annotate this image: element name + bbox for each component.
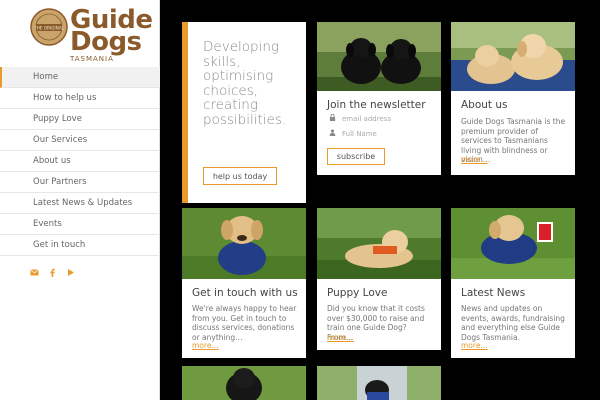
latest-news-body: News and updates on events, awards, fund…: [461, 304, 565, 342]
about-tile: About us Guide Dogs Tasmania is the prem…: [451, 22, 575, 175]
puppy-love-more-link[interactable]: more...: [327, 333, 354, 342]
about-title: About us: [461, 99, 508, 111]
latest-news-title: Latest News: [461, 287, 526, 299]
labrador-puppies-photo: [451, 22, 575, 91]
black-puppies-photo: [317, 22, 441, 91]
nav-item-latest-news[interactable]: Latest News & Updates: [0, 193, 160, 214]
get-in-touch-title: Get in touch with us: [192, 287, 298, 299]
latest-news-more-link[interactable]: more...: [461, 341, 488, 350]
nav-item-puppy-love[interactable]: Puppy Love: [0, 109, 160, 130]
nav-item-home[interactable]: Home: [0, 67, 160, 88]
main-nav: Home How to help us Puppy Love Our Servi…: [0, 67, 160, 256]
latest-news-tile: Latest News News and updates on events, …: [451, 208, 575, 358]
nav-item-how-to-help[interactable]: How to help us: [0, 88, 160, 109]
user-icon: [329, 129, 337, 138]
row3-tile-2: [317, 366, 441, 400]
get-in-touch-tile: Get in touch with us We're always happy …: [182, 208, 306, 358]
brand-region: TASMANIA: [70, 55, 114, 63]
about-more-link[interactable]: more...: [461, 155, 488, 164]
puppy-love-title: Puppy Love: [327, 287, 388, 299]
newsletter-email-field[interactable]: email address: [329, 113, 392, 123]
hero-tile: Developing skills, optimising choices, c…: [182, 22, 306, 203]
black-puppy-photo: [182, 366, 306, 400]
lock-icon: [329, 113, 337, 123]
svg-text:THE ORIGINAL: THE ORIGINAL: [33, 26, 65, 31]
facebook-icon[interactable]: [48, 262, 57, 277]
subscribe-button[interactable]: subscribe: [327, 148, 385, 165]
email-placeholder: email address: [342, 115, 392, 123]
get-in-touch-body: We're always happy to hear from you. Get…: [192, 304, 297, 342]
row3-tile-1: [182, 366, 306, 400]
social-links: [30, 262, 75, 277]
puppy-in-vest-photo: [182, 208, 306, 279]
nav-item-our-partners[interactable]: Our Partners: [0, 172, 160, 193]
nav-item-events[interactable]: Events: [0, 214, 160, 235]
puppy-with-ribbon-photo: [451, 208, 575, 279]
newsletter-title: Join the newsletter: [327, 99, 426, 111]
sidebar: THE ORIGINAL Guide Dogs TASMANIA Home Ho…: [0, 0, 160, 400]
brand-name-line2: Dogs: [70, 27, 142, 57]
nav-item-about-us[interactable]: About us: [0, 151, 160, 172]
get-in-touch-more-link[interactable]: more...: [192, 341, 219, 350]
email-icon[interactable]: [30, 262, 39, 276]
nav-item-get-in-touch[interactable]: Get in touch: [0, 235, 160, 256]
name-placeholder: Full Name: [342, 130, 377, 138]
seal-icon: THE ORIGINAL: [30, 8, 68, 46]
hero-tagline: Developing skills, optimising choices, c…: [203, 39, 287, 128]
nav-item-our-services[interactable]: Our Services: [0, 130, 160, 151]
puppy-lying-photo: [317, 208, 441, 279]
help-us-today-button[interactable]: help us today: [203, 167, 277, 185]
puppy-on-path-photo: [317, 366, 441, 400]
puppy-love-tile: Puppy Love Did you know that it costs ov…: [317, 208, 441, 350]
guide-dogs-logo[interactable]: THE ORIGINAL Guide Dogs TASMANIA: [30, 5, 158, 63]
youtube-icon[interactable]: [66, 262, 75, 276]
newsletter-name-field[interactable]: Full Name: [329, 129, 377, 138]
newsletter-tile: Join the newsletter email address Full N…: [317, 22, 441, 175]
